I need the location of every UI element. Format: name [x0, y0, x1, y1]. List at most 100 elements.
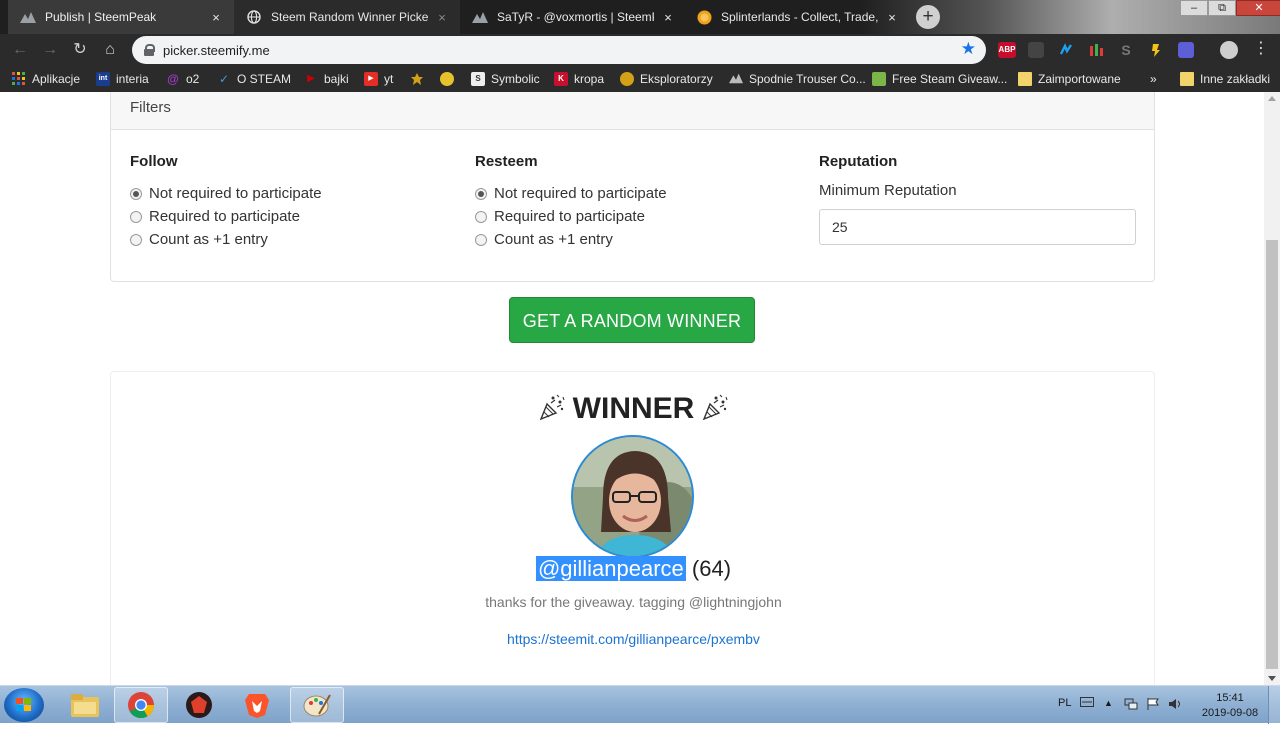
radio-button[interactable]: [130, 210, 142, 223]
resteem-option-required[interactable]: Required to participate: [475, 205, 795, 228]
close-window-button[interactable]: ✕: [1236, 0, 1280, 16]
bookmark-8[interactable]: [440, 71, 460, 87]
minimize-button[interactable]: –: [1180, 0, 1208, 16]
bookmark-label: yt: [384, 72, 394, 86]
network-icon[interactable]: [1124, 698, 1138, 736]
scroll-up-icon[interactable]: [1268, 96, 1276, 101]
radio-button[interactable]: [475, 210, 487, 223]
minimum-reputation-input[interactable]: 25: [819, 209, 1136, 245]
paint-icon[interactable]: [290, 687, 344, 723]
extension-7-icon[interactable]: [1178, 42, 1194, 58]
bookmark-yt[interactable]: ▶ yt: [364, 71, 393, 87]
close-tab-icon[interactable]: ×: [660, 10, 676, 25]
steam-icon: ✓: [218, 72, 230, 86]
adblock-plus-icon[interactable]: ABP: [998, 42, 1016, 58]
volume-icon[interactable]: [1168, 698, 1184, 736]
extension-4-icon[interactable]: [1088, 42, 1104, 58]
extension-5-icon[interactable]: S: [1118, 42, 1134, 58]
winner-comment-link[interactable]: https://steemit.com/gillianpearce/pxembv: [111, 631, 1156, 647]
tab-steem-random-winner-picker[interactable]: Steem Random Winner Picker ×: [234, 0, 460, 34]
radio-label: Required to participate: [149, 208, 300, 225]
bookmark-symbolic[interactable]: S Symbolic: [471, 71, 540, 87]
start-button[interactable]: [4, 688, 44, 722]
page-viewport: Filters Follow Not required to participa…: [0, 92, 1264, 685]
bookmark-o2[interactable]: @ o2: [166, 71, 199, 87]
steempeak-icon: [472, 9, 488, 25]
maximize-button[interactable]: ⧉: [1208, 0, 1236, 16]
winner-reputation: (64): [691, 556, 732, 581]
tab-title: Splinterlands - Collect, Trade, Ba: [721, 10, 878, 24]
bookmark-folder-inne-zakladki[interactable]: Inne zakładki: [1180, 71, 1270, 87]
bookmark-eksploratorzy[interactable]: Eksploratorzy: [620, 71, 713, 87]
folder-icon: [1018, 72, 1032, 86]
more-bookmarks-icon[interactable]: »: [1150, 71, 1157, 87]
bookmark-label: Spodnie Trouser Co...: [749, 72, 866, 86]
bookmark-free-steam-giveaway[interactable]: Free Steam Giveaw...: [872, 71, 1007, 87]
radio-button[interactable]: [475, 233, 487, 246]
address-bar[interactable]: picker.steemify.me ★: [132, 36, 986, 64]
radio-button[interactable]: [130, 187, 142, 200]
clock-time: 15:41: [1216, 692, 1244, 704]
forward-button[interactable]: →: [38, 38, 62, 62]
resteem-option-extra-entry[interactable]: Count as +1 entry: [475, 228, 795, 251]
action-center-flag-icon[interactable]: [1146, 698, 1160, 736]
bookmark-label: Aplikacje: [32, 72, 81, 86]
home-button[interactable]: ⌂: [98, 38, 122, 62]
close-tab-icon[interactable]: ×: [434, 10, 450, 25]
get-random-winner-button[interactable]: GET A RANDOM WINNER: [509, 297, 755, 343]
new-tab-button[interactable]: +: [916, 5, 940, 29]
radio-label: Not required to participate: [149, 185, 322, 202]
splinterlands-icon: [696, 9, 712, 25]
chrome-icon[interactable]: [114, 687, 168, 723]
tab-satyr-steempeak[interactable]: SaTyR - @voxmortis | SteemPeak ×: [460, 0, 686, 34]
kropa-icon: K: [554, 72, 568, 86]
bookmark-label: Zaimportowane: [1038, 72, 1121, 86]
winner-username[interactable]: @gillianpearce: [535, 556, 686, 581]
browser-menu-icon[interactable]: ⋮: [1253, 38, 1269, 58]
bookmark-label: Symbolic: [491, 72, 540, 86]
extension-6-icon[interactable]: [1148, 42, 1164, 58]
close-tab-icon[interactable]: ×: [884, 10, 900, 25]
page-scrollbar[interactable]: [1264, 92, 1280, 685]
resteem-filter: Resteem Not required to participate Requ…: [475, 153, 795, 251]
resteem-option-not-required[interactable]: Not required to participate: [475, 182, 795, 205]
bookmark-o-steam[interactable]: ✓ O STEAM: [217, 71, 291, 87]
radio-button[interactable]: [130, 233, 142, 246]
bookmark-7[interactable]: [410, 71, 430, 87]
brave-bat-icon[interactable]: [172, 687, 226, 723]
bookmark-interia[interactable]: int interia: [96, 71, 149, 87]
bookmark-star-icon[interactable]: ★: [961, 39, 976, 59]
keyboard-icon[interactable]: [1080, 697, 1094, 735]
system-clock[interactable]: 15:41 2019-09-08: [1196, 691, 1264, 721]
radio-button[interactable]: [475, 187, 487, 200]
bookmark-icon-7: [410, 72, 424, 86]
extension-2-icon[interactable]: [1028, 42, 1044, 58]
scrollbar-thumb[interactable]: [1266, 240, 1278, 669]
show-desktop-button[interactable]: [1268, 686, 1280, 724]
reload-button[interactable]: ↻: [68, 38, 92, 62]
language-indicator[interactable]: PL: [1058, 697, 1071, 735]
winner-user-line: @gillianpearce (64): [111, 556, 1156, 582]
follow-option-extra-entry[interactable]: Count as +1 entry: [130, 228, 450, 251]
steempeak-icon: [20, 9, 36, 25]
brave-icon[interactable]: [230, 687, 284, 723]
tab-publish-steempeak[interactable]: Publish | SteemPeak ×: [8, 0, 234, 34]
bookmark-spodnie-trouser[interactable]: Spodnie Trouser Co...: [729, 71, 866, 87]
back-button[interactable]: ←: [8, 38, 32, 62]
account-icon[interactable]: [1220, 41, 1238, 59]
close-tab-icon[interactable]: ×: [208, 10, 224, 25]
bookmark-bajki[interactable]: ▶ bajki: [304, 71, 349, 87]
bookmark-aplikacje[interactable]: Aplikacje: [12, 71, 80, 87]
bookmark-kropa[interactable]: K kropa: [554, 71, 604, 87]
minimum-reputation-label: Minimum Reputation: [819, 182, 957, 199]
scroll-down-icon[interactable]: [1268, 676, 1276, 681]
winner-comment: thanks for the giveaway. tagging @lightn…: [485, 594, 782, 610]
bookmark-folder-zaimportowane[interactable]: Zaimportowane: [1018, 71, 1121, 87]
follow-option-required[interactable]: Required to participate: [130, 205, 450, 228]
explorer-icon[interactable]: [58, 687, 112, 723]
tab-splinterlands[interactable]: Splinterlands - Collect, Trade, Ba ×: [684, 0, 910, 34]
follow-option-not-required[interactable]: Not required to participate: [130, 182, 450, 205]
show-hidden-icons-icon[interactable]: ▲: [1104, 698, 1113, 736]
reputation-filter: Reputation Minimum Reputation 25: [819, 153, 1139, 245]
extension-3-icon[interactable]: [1058, 42, 1074, 58]
